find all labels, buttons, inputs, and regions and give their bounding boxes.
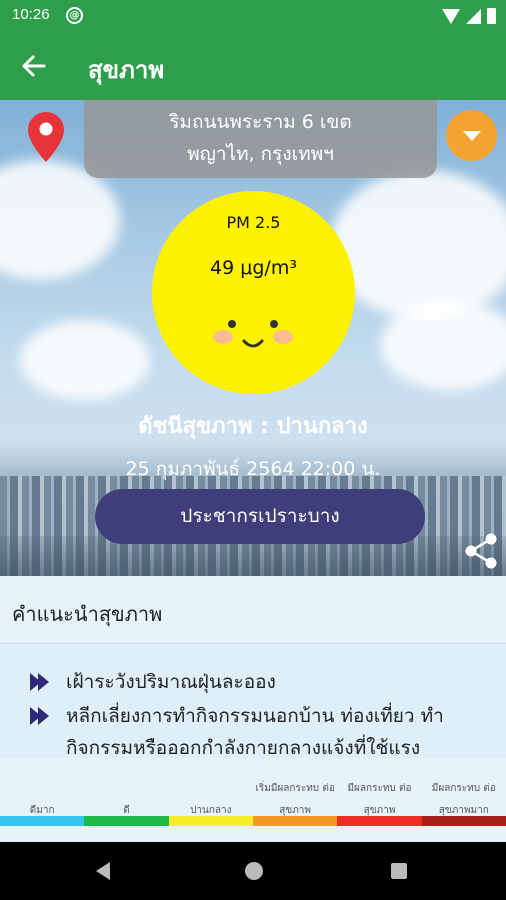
status-icons — [442, 8, 496, 24]
cloud-decoration — [380, 300, 506, 390]
scale-segment — [84, 816, 169, 826]
advice-item-text: กิจกรรมหรือออกกำลังกายกลางแจ้งที่ใช้แรง — [66, 737, 421, 758]
nav-back-icon[interactable] — [96, 862, 110, 880]
chevron-down-icon — [463, 131, 481, 141]
advice-item-text: เฝ้าระวังปริมาณฝุ่นละออง — [66, 671, 276, 693]
advice-item: เฝ้าระวังปริมาณฝุ่นละออง — [30, 666, 276, 698]
nav-home-icon[interactable] — [245, 862, 263, 880]
scale-segment — [337, 816, 422, 826]
vulnerable-group-button[interactable]: ประชากรเปราะบาง — [95, 489, 425, 544]
double-arrow-bullet-icon — [30, 707, 49, 725]
aqi-scale-legend: ดีมาก ดี ปานกลาง เริ่มมีผลกระทบ ต่อสุขภาพ มี… — [0, 758, 506, 842]
cloud-decoration — [330, 170, 506, 320]
location-selector[interactable]: ริมถนนพระราม 6 เขต พญาไท, กรุงเทพฯ — [84, 100, 437, 178]
status-time: 10:26 — [12, 6, 50, 23]
cloud-decoration — [0, 160, 120, 280]
wifi-icon — [442, 8, 460, 24]
advice-list: เฝ้าระวังปริมาณฝุ่นละออง หลีกเลี่ยงการทำ… — [0, 644, 506, 758]
cloud-decoration — [20, 320, 150, 400]
health-index-label: ดัชนีสุขภาพ : ปานกลาง — [138, 414, 368, 439]
scale-segment — [421, 816, 506, 826]
scale-segment — [252, 816, 338, 826]
battery-icon — [487, 8, 496, 24]
location-line-2: พญาไท, กรุงเทพฯ — [187, 143, 334, 165]
scale-segment — [168, 816, 253, 826]
double-arrow-bullet-icon — [30, 673, 49, 691]
status-bar: 10:26 @ — [0, 0, 506, 32]
scale-segment — [0, 816, 85, 826]
arrow-back-icon — [22, 55, 46, 77]
location-line-1: ริมถนนพระราม 6 เขต — [169, 111, 352, 133]
scale-color-bar — [0, 816, 506, 826]
advice-item-continuation: กิจกรรมหรือออกกำลังกายกลางแจ้งที่ใช้แรง — [66, 732, 420, 758]
location-pin-icon — [28, 112, 64, 162]
reading-timestamp: 25 กุมภาพันธ์ 2564 22:00 น. — [125, 458, 381, 480]
advice-title: คำแนะนำสุขภาพ — [12, 602, 163, 626]
share-icon[interactable] — [464, 532, 498, 570]
advice-item: หลีกเลี่ยงการทำกิจกรรมนอกบ้าน ท่องเที่ยว… — [30, 700, 444, 732]
nav-recents-icon[interactable] — [391, 863, 407, 879]
pm-value: 49 μg/m³ — [210, 257, 297, 279]
advice-item-text: หลีกเลี่ยงการทำกิจกรรมนอกบ้าน ท่องเที่ยว… — [66, 705, 444, 727]
back-button[interactable] — [16, 48, 52, 84]
pm25-indicator-circle: PM 2.5 49 μg/m³ — [152, 191, 355, 394]
pm-label: PM 2.5 — [226, 213, 281, 232]
advice-header: คำแนะนำสุขภาพ — [0, 576, 506, 644]
smiley-face-icon — [213, 320, 293, 348]
location-dropdown-button[interactable] — [446, 110, 497, 161]
app-bar: สุขภาพ — [0, 32, 506, 100]
notification-app-icon: @ — [66, 7, 83, 24]
page-title: สุขภาพ — [88, 56, 165, 84]
signal-icon — [466, 8, 481, 24]
air-quality-hero: ริมถนนพระราม 6 เขต พญาไท, กรุงเทพฯ PM 2.… — [0, 100, 506, 576]
system-nav-bar — [0, 842, 506, 900]
